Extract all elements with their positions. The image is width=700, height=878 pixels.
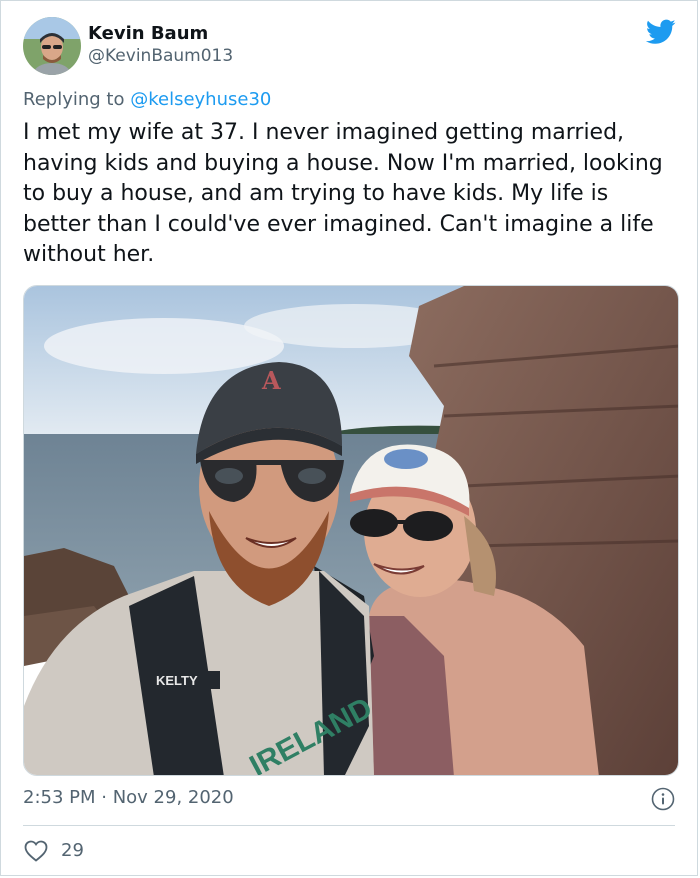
reply-to-link[interactable]: @kelseyhuse30 bbox=[130, 89, 271, 110]
twitter-bird-icon[interactable] bbox=[645, 19, 676, 45]
tweet-text: I met my wife at 37. I never imagined ge… bbox=[23, 120, 663, 267]
tweet-card: Kevin Baum @KevinBaum013 Replying to @ke… bbox=[0, 0, 698, 876]
reply-prefix: Replying to bbox=[23, 89, 125, 110]
tweet-photo[interactable]: KELTY IRELAND A bbox=[23, 285, 679, 776]
avatar[interactable] bbox=[23, 17, 81, 75]
like-count: 29 bbox=[61, 840, 84, 861]
info-icon[interactable] bbox=[651, 787, 675, 811]
heart-icon[interactable] bbox=[24, 840, 48, 862]
author-name[interactable]: Kevin Baum bbox=[88, 23, 208, 44]
hat-letter: A bbox=[261, 366, 281, 395]
author-handle[interactable]: @KevinBaum013 bbox=[88, 46, 233, 66]
tweet-timestamp[interactable]: 2:53 PM · Nov 29, 2020 bbox=[23, 787, 234, 808]
reply-context: Replying to @kelseyhuse30 bbox=[23, 89, 271, 110]
divider bbox=[23, 825, 675, 826]
backpack-brand-label: KELTY bbox=[156, 673, 198, 688]
